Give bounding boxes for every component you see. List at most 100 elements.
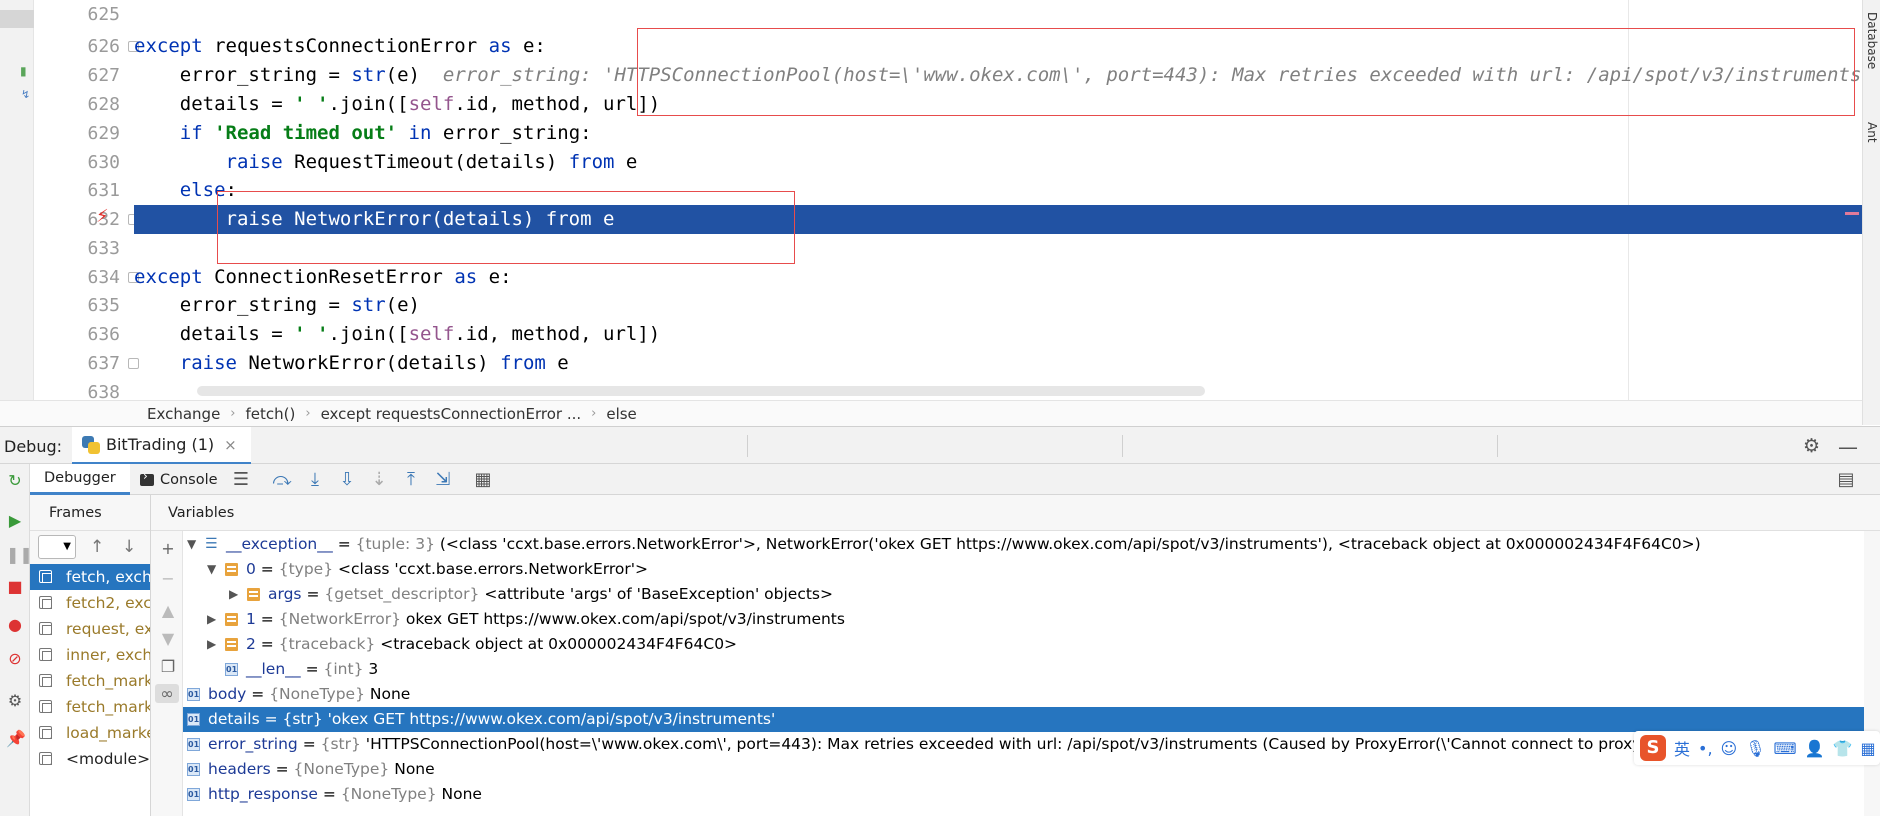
frame-icon <box>39 726 52 739</box>
frames-controls: ▼ ↑ ↓ <box>30 531 150 564</box>
code-line-630[interactable]: raise RequestTimeout(details) from e <box>134 148 1862 177</box>
divider <box>747 435 748 457</box>
microphone-icon[interactable]: 🎙 <box>1745 739 1765 758</box>
code-line-629[interactable]: if 'Read timed out' in error_string: <box>134 119 1862 148</box>
run-to-cursor-icon[interactable]: ⇲ <box>432 469 454 491</box>
close-icon[interactable]: × <box>224 436 237 454</box>
remove-watch-icon[interactable]: − <box>159 569 177 588</box>
variable-row[interactable]: 01 error_string = {str} 'HTTPSConnection… <box>183 732 1864 757</box>
frame-item[interactable]: load_marke <box>30 720 150 746</box>
line-number: 633 <box>87 238 120 259</box>
view-breakpoints-icon[interactable]: ● <box>6 616 24 634</box>
move-up-icon[interactable]: ▲ <box>159 601 177 620</box>
frame-item[interactable]: fetch_marke <box>30 694 150 720</box>
keyboard-icon[interactable]: ⌨ <box>1774 739 1797 758</box>
frame-item[interactable]: fetch2, exch <box>30 590 150 616</box>
vertical-scrollbar[interactable] <box>1864 531 1880 816</box>
code-line-637[interactable]: raise NetworkError(details) from e <box>134 349 1862 378</box>
frame-item[interactable]: <module>, <box>30 746 150 772</box>
frame-icon <box>39 622 52 635</box>
breadcrumb-item[interactable]: Exchange <box>147 405 220 423</box>
minimize-icon[interactable]: — <box>1838 435 1858 459</box>
add-watch-icon[interactable]: + <box>159 539 177 558</box>
mute-breakpoints-icon[interactable]: ⊘ <box>6 650 24 668</box>
ant-tool-button[interactable]: Ant <box>1865 122 1879 143</box>
step-out-icon[interactable]: ⤒ <box>400 469 422 491</box>
database-tool-button[interactable]: Database <box>1865 12 1879 69</box>
copy-icon[interactable]: ❐ <box>159 657 177 676</box>
list-icon <box>247 588 260 601</box>
chevron-right-icon[interactable]: ▶ <box>207 632 219 657</box>
chevron-right-icon[interactable]: ▶ <box>207 607 219 632</box>
frame-item[interactable]: fetch, excha <box>30 564 150 590</box>
breadcrumb-item[interactable]: except requestsConnectionError ... <box>321 405 582 423</box>
show-execution-point-icon[interactable]: ☰ <box>230 469 252 491</box>
arrow-up-icon[interactable]: ↑ <box>90 537 104 557</box>
list-icon <box>225 563 238 576</box>
variable-row[interactable]: 01 http_response = {NoneType} None <box>183 782 1864 807</box>
structure-marker[interactable] <box>0 10 34 28</box>
chevron-right-icon[interactable]: ▶ <box>229 582 241 607</box>
thread-selector[interactable]: ▼ <box>38 535 76 559</box>
variable-row[interactable]: 01 headers = {NoneType} None <box>183 757 1864 782</box>
step-into-my-code-icon[interactable]: ⇩ <box>336 469 358 491</box>
line-number: 630 <box>87 152 120 173</box>
line-number: 635 <box>87 295 120 316</box>
pause-icon[interactable]: ❚❚ <box>6 546 33 564</box>
breadcrumb-item[interactable]: fetch() <box>246 405 296 423</box>
breadcrumb-item[interactable]: else <box>606 405 636 423</box>
run-config-tab[interactable]: BitTrading (1) × <box>72 427 251 465</box>
chevron-down-icon[interactable]: ▼ <box>187 532 199 557</box>
gear-icon[interactable]: ⚙ <box>1803 435 1820 457</box>
rerun-icon[interactable]: ↻ <box>6 472 24 490</box>
ime-logo-icon[interactable]: S <box>1640 735 1666 761</box>
code-line-634[interactable]: except ConnectionResetError as e: <box>134 263 1862 292</box>
move-down-icon[interactable]: ▼ <box>159 629 177 648</box>
code-line-635[interactable]: error_string = str(e) <box>134 291 1862 320</box>
force-step-into-icon[interactable]: ⇣ <box>368 469 390 491</box>
left-tool-strip: ▮ ↯ <box>0 0 34 400</box>
emoji-icon[interactable]: ☺ <box>1721 739 1738 758</box>
arrow-down-icon[interactable]: ↓ <box>122 537 136 557</box>
stop-icon[interactable]: ■ <box>6 578 24 596</box>
variable-row[interactable]: ▶ 2 = {traceback} <traceback object at 0… <box>183 632 1864 657</box>
line-number: 634 <box>87 267 120 288</box>
ime-punctuation-toggle[interactable]: •, <box>1698 739 1713 758</box>
exception-breakpoint-icon[interactable]: ⚡ <box>96 206 109 227</box>
console-icon <box>140 469 154 486</box>
error-stripe-mark <box>1845 212 1859 215</box>
tab-console[interactable]: Console <box>140 464 218 495</box>
variable-row[interactable]: ▶ args = {getset_descriptor} <attribute … <box>183 582 1864 607</box>
tab-debugger[interactable]: Debugger <box>30 464 130 495</box>
resume-icon[interactable]: ▶ <box>6 512 24 530</box>
frame-item[interactable]: request, exc <box>30 616 150 642</box>
variable-row[interactable]: ▼ 0 = {type} <class 'ccxt.base.errors.Ne… <box>183 557 1864 582</box>
line-number-gutter: 625 626 627 628 629 630 631 632 633 634 … <box>34 0 139 403</box>
variable-row-selected[interactable]: 01 details = {str} 'okex GET https://www… <box>183 707 1864 732</box>
user-icon[interactable]: 👤 <box>1805 739 1825 758</box>
diff-icon[interactable]: ↯ <box>0 88 34 106</box>
variable-row[interactable]: 01 __len__ = {int} 3 <box>183 657 1864 682</box>
frame-item[interactable]: fetch_marke <box>30 668 150 694</box>
glasses-icon[interactable]: ∞ <box>155 684 179 703</box>
layout-settings-icon[interactable]: ▤ <box>1835 469 1857 491</box>
bar-chart-icon[interactable]: ▮ <box>0 62 34 80</box>
pin-icon[interactable]: 📌 <box>6 730 26 748</box>
evaluate-expression-icon[interactable]: ▦ <box>472 469 494 491</box>
skin-icon[interactable]: 👕 <box>1833 739 1853 758</box>
variable-row[interactable]: 01 body = {NoneType} None <box>183 682 1864 707</box>
grid-icon[interactable]: ▦ <box>1860 739 1875 758</box>
step-over-icon[interactable]: ⤼ <box>271 469 293 491</box>
horizontal-scrollbar[interactable] <box>197 386 1205 396</box>
ime-language-toggle[interactable]: 英 <box>1674 736 1690 760</box>
step-into-icon[interactable]: ⤓ <box>304 469 326 491</box>
variables-tree[interactable]: ▼ ☰ __exception__ = {tuple: 3} (<class '… <box>183 531 1864 816</box>
chevron-down-icon[interactable]: ▼ <box>207 557 219 582</box>
settings-icon[interactable]: ⚙ <box>6 692 24 710</box>
frame-icon <box>39 596 52 609</box>
code-line-636[interactable]: details = ' '.join([self.id, method, url… <box>134 320 1862 349</box>
line-number: 637 <box>87 353 120 374</box>
frame-item[interactable]: inner, excha <box>30 642 150 668</box>
variable-row[interactable]: ▶ 1 = {NetworkError} okex GET https://ww… <box>183 607 1864 632</box>
variable-row[interactable]: ▼ ☰ __exception__ = {tuple: 3} (<class '… <box>183 532 1864 557</box>
